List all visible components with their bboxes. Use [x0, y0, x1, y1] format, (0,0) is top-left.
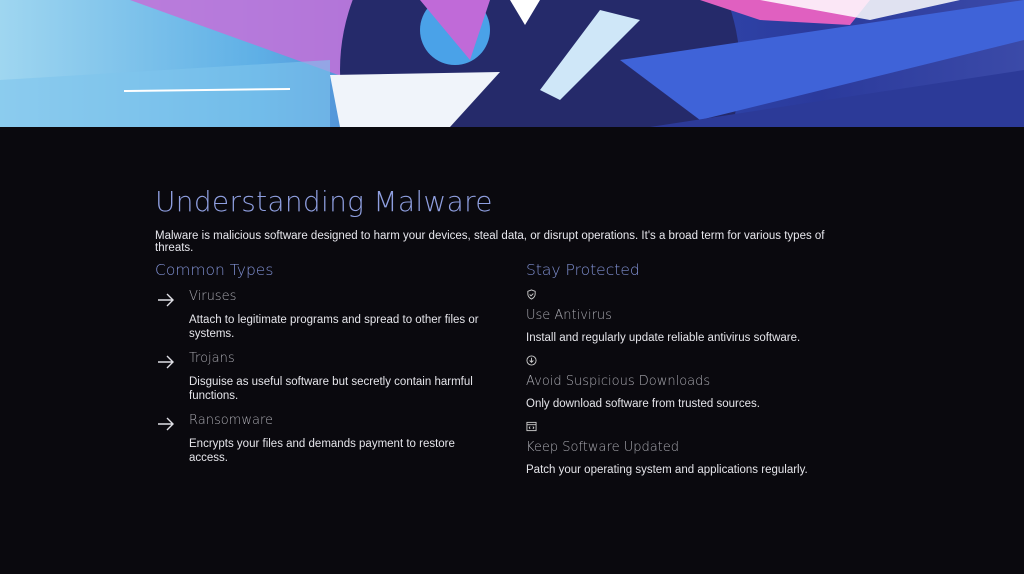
intro-text: Malware is malicious software designed t… [155, 230, 825, 254]
list-item: Ransomware Encrypts your files and deman… [155, 413, 485, 465]
common-types-heading: Common Types [155, 261, 274, 279]
list-item: Avoid Suspicious Downloads Only download… [526, 355, 856, 411]
tip-description: Install and regularly update reliable an… [526, 332, 801, 344]
type-description: Disguise as useful software but secretly… [189, 376, 473, 402]
arrow-right-icon [158, 293, 174, 307]
type-name: Trojans [189, 351, 235, 366]
type-name: Ransomware [189, 413, 273, 428]
stay-protected-section: Stay Protected Use Antivirus Install and… [526, 261, 856, 477]
tip-description: Patch your operating system and applicat… [526, 464, 808, 476]
code-window-icon [526, 421, 537, 432]
list-item: Use Antivirus Install and regularly upda… [526, 289, 856, 345]
tip-name: Avoid Suspicious Downloads [526, 374, 711, 389]
type-description: Encrypts your files and demands payment … [189, 438, 455, 464]
arrow-right-icon [158, 417, 174, 431]
type-name: Viruses [189, 289, 237, 304]
tip-description: Only download software from trusted sour… [526, 398, 760, 410]
hero-banner-image [0, 0, 1024, 127]
list-item: Viruses Attach to legitimate programs an… [155, 289, 485, 341]
arrow-right-icon [158, 355, 174, 369]
page-title: Understanding Malware [155, 185, 493, 218]
list-item: Keep Software Updated Patch your operati… [526, 421, 856, 477]
tip-name: Keep Software Updated [526, 440, 680, 455]
tip-name: Use Antivirus [526, 308, 612, 323]
shield-check-icon [527, 289, 536, 300]
type-description: Attach to legitimate programs and spread… [189, 314, 479, 340]
list-item: Trojans Disguise as useful software but … [155, 351, 485, 403]
common-types-section: Common Types Viruses Attach to legitimat… [155, 261, 485, 465]
stay-protected-heading: Stay Protected [526, 261, 640, 279]
download-circle-icon [526, 355, 537, 366]
malware-section: Understanding Malware Malware is malicio… [155, 185, 855, 476]
